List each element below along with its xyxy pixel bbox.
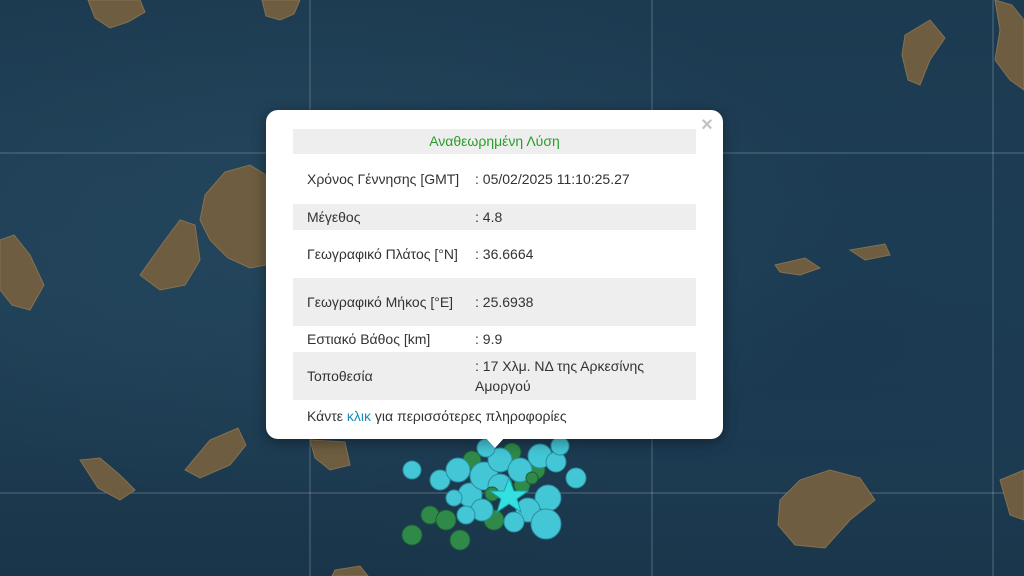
event-marker <box>550 436 570 456</box>
row-value: : 36.6664 <box>475 246 534 262</box>
close-popup-button[interactable]: × <box>698 114 716 136</box>
island <box>79 457 136 501</box>
more-info-line: Κάντε κλικ για περισσότερες πληροφορίες <box>293 400 696 426</box>
row-value: : 4.8 <box>475 209 503 225</box>
island <box>184 427 247 479</box>
island <box>261 0 301 21</box>
more-info-suffix: για περισσότερες πληροφορίες <box>371 408 567 424</box>
table-row: Γεωγραφικό Πλάτος [°N] : 36.6664 <box>293 230 696 278</box>
event-marker <box>525 471 539 485</box>
row-label: Μέγεθος <box>307 209 361 225</box>
event-marker <box>456 505 476 525</box>
table-row: Μέγεθος : 4.8 <box>293 204 696 230</box>
row-value: : 25.6938 <box>475 294 534 310</box>
island <box>901 19 946 86</box>
island <box>848 243 891 261</box>
island <box>994 0 1024 91</box>
event-marker <box>445 457 471 483</box>
island <box>777 469 876 549</box>
popup-tip <box>484 436 506 448</box>
island <box>774 257 822 276</box>
row-label: Εστιακό Βάθος [km] <box>307 331 431 347</box>
island <box>87 0 146 29</box>
row-value: : 05/02/2025 11:10:25.27 <box>475 171 630 187</box>
table-row: Τοποθεσία : 17 Χλμ. ΝΔ της Αρκεσίνης Αμο… <box>293 352 696 400</box>
island <box>331 565 369 576</box>
row-value: : 9.9 <box>475 331 503 347</box>
event-marker <box>401 524 423 546</box>
event-marker <box>565 467 587 489</box>
table-row: Χρόνος Γέννησης [GMT] : 05/02/2025 11:10… <box>293 154 696 204</box>
more-info-link[interactable]: κλικ <box>347 408 371 424</box>
row-value: : 17 Χλμ. ΝΔ της Αρκεσίνης Αμοργού <box>475 358 645 394</box>
table-row: Εστιακό Βάθος [km] : 9.9 <box>293 326 696 352</box>
row-label: Γεωγραφικό Πλάτος [°N] <box>307 246 458 262</box>
row-label: Χρόνος Γέννησης [GMT] <box>307 171 460 187</box>
row-label: Τοποθεσία <box>307 368 373 384</box>
event-marker <box>530 508 562 540</box>
more-info-prefix: Κάντε <box>307 408 347 424</box>
earthquake-info-popup: × Αναθεωρημένη Λύση Χρόνος Γέννησης [GMT… <box>266 110 723 439</box>
island <box>999 469 1024 521</box>
event-marker <box>503 511 525 533</box>
table-row: Γεωγραφικό Μήκος [°E] : 25.6938 <box>293 278 696 326</box>
row-label: Γεωγραφικό Μήκος [°E] <box>307 294 454 310</box>
island <box>199 164 267 269</box>
event-marker <box>449 529 471 551</box>
earthquake-details-table: Αναθεωρημένη Λύση Χρόνος Γέννησης [GMT] … <box>293 129 696 426</box>
island <box>309 439 351 471</box>
popup-title: Αναθεωρημένη Λύση <box>293 129 696 154</box>
event-marker <box>402 460 422 480</box>
island <box>0 234 45 311</box>
island <box>139 219 201 291</box>
event-marker <box>445 489 463 507</box>
event-marker <box>435 509 457 531</box>
